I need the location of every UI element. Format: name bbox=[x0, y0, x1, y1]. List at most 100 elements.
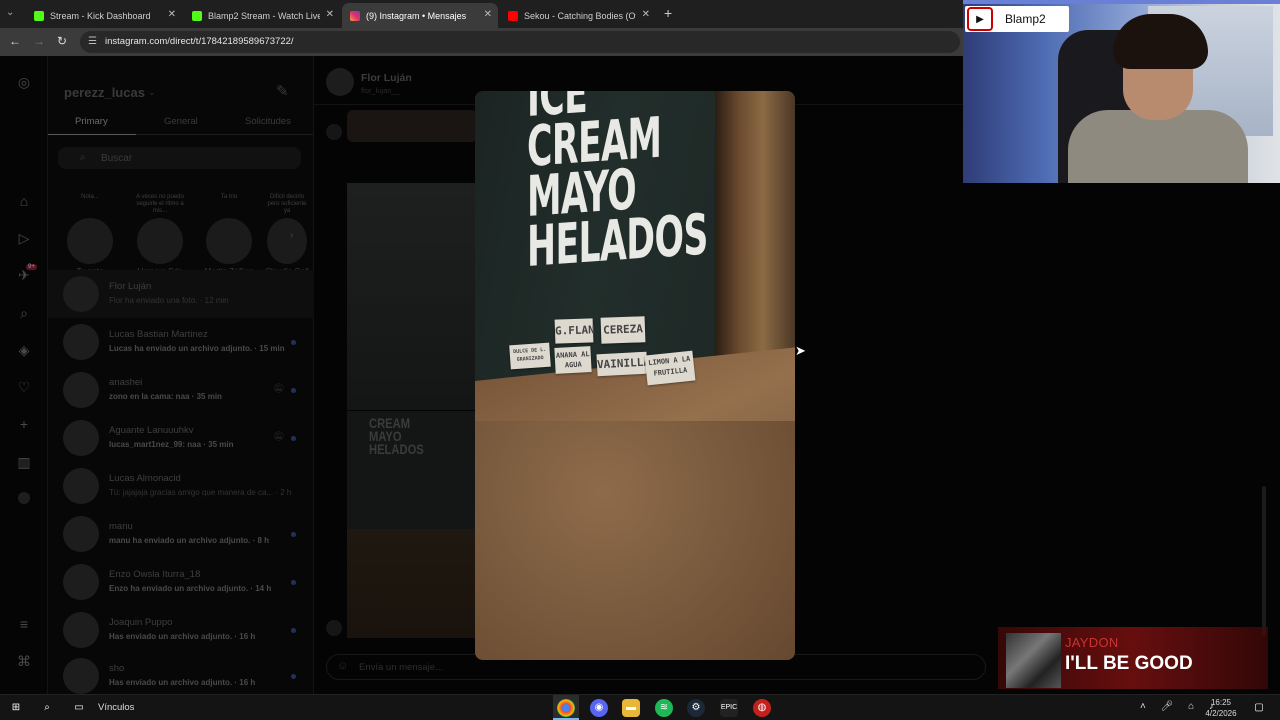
tab-requests[interactable]: Solicitudes bbox=[245, 116, 291, 127]
tab-blamp2-stream[interactable]: Blamp2 Stream - Watch Live on ✕ bbox=[184, 3, 340, 28]
close-icon[interactable]: ✕ bbox=[484, 9, 492, 20]
conversation-row[interactable]: Lucas Bastian Martinez Lucas ha enviado … bbox=[48, 318, 314, 366]
chat-contact-handle: flor_lujan__ bbox=[361, 86, 400, 95]
note-bubble: A veces no puedo seguirle el ritmo a mis… bbox=[136, 194, 184, 214]
clock-time: 16:25 bbox=[1210, 698, 1232, 707]
search-placeholder: Buscar bbox=[101, 153, 133, 164]
note-bubble: Nota... bbox=[81, 194, 99, 200]
emoji-icon[interactable]: ☺ bbox=[337, 660, 348, 672]
message-photo-thumbnail[interactable] bbox=[347, 183, 475, 410]
home-icon[interactable]: ⌂ bbox=[16, 193, 32, 209]
chevron-right-icon[interactable]: › bbox=[290, 230, 293, 241]
spotify-icon[interactable]: ≋ bbox=[655, 699, 673, 717]
tab-kick-dashboard[interactable]: Stream - Kick Dashboard ✕ bbox=[26, 3, 182, 28]
file-explorer-icon[interactable]: ▬ bbox=[622, 699, 640, 717]
youtube-icon: ▶ bbox=[967, 7, 993, 31]
conversation-name: manu bbox=[109, 521, 133, 532]
discord-icon[interactable]: ◉ bbox=[590, 699, 608, 717]
unread-dot bbox=[291, 340, 296, 345]
note-item[interactable]: Nota... Tu nota bbox=[62, 194, 118, 276]
conversation-row[interactable]: manu manu ha enviado un archivo adjunto.… bbox=[48, 510, 314, 558]
chat-avatar[interactable] bbox=[326, 68, 354, 96]
tab-youtube-sekou[interactable]: Sekou - Catching Bodies (Offici ✕ bbox=[500, 3, 656, 28]
unread-dot bbox=[291, 628, 296, 633]
forward-arrow-icon[interactable]: → bbox=[33, 34, 45, 48]
conversation-name: Lucas Bastian Martinez bbox=[109, 329, 208, 340]
webcam-overlay: ▶ Blamp2 bbox=[963, 0, 1280, 183]
muted-bell-icon: 🔕︎ bbox=[273, 383, 285, 393]
tab-title: Sekou - Catching Bodies (Offici bbox=[524, 10, 636, 21]
windows-start-icon[interactable]: ⊞ bbox=[7, 699, 25, 717]
instagram-logo-icon[interactable]: ◎ bbox=[16, 74, 32, 90]
tab-instagram[interactable]: (9) Instagram • Mensajes ✕ bbox=[342, 3, 498, 28]
create-icon[interactable]: + bbox=[16, 416, 32, 432]
tab-title: (9) Instagram • Mensajes bbox=[366, 10, 467, 21]
note-item[interactable]: Ta trio Martin Zúñiga bbox=[201, 194, 257, 276]
explore-icon[interactable]: ◈ bbox=[16, 342, 32, 358]
epic-games-icon[interactable]: EPIC bbox=[720, 699, 738, 717]
unread-dot bbox=[291, 388, 296, 393]
conversation-row[interactable]: anashei zono en la cama: naa · 35 min 🔕︎ bbox=[48, 366, 314, 414]
avatar bbox=[63, 612, 99, 648]
note-item[interactable]: A veces no puedo seguirle el ritmo a mis… bbox=[132, 194, 188, 276]
photo-viewer-image[interactable]: ICE CREAM MAYO HELADOS G.FLAN CEREZA DUL… bbox=[475, 91, 795, 660]
obs-icon[interactable]: ◍ bbox=[753, 699, 771, 717]
clock-date: 4/2/2026 bbox=[1205, 709, 1237, 718]
chat-contact-name[interactable]: Flor Luján bbox=[361, 72, 412, 84]
note-item[interactable]: Difícil decirlo pero suficiente ya Claud… bbox=[264, 194, 310, 276]
conversation-preview: Has enviado un archivo adjunto. · 16 h bbox=[109, 632, 256, 641]
account-username[interactable]: perezz_lucas bbox=[64, 85, 145, 100]
conversation-row[interactable]: Enzo Owsla Iturra_18 Enzo ha enviado un … bbox=[48, 558, 314, 606]
conversation-row[interactable]: Aguante Lanuuuhkv lucas_mart1nez_99: naa… bbox=[48, 414, 314, 462]
new-tab-button[interactable]: + bbox=[664, 5, 672, 21]
reload-icon[interactable]: ↻ bbox=[57, 34, 67, 48]
tab-title: Stream - Kick Dashboard bbox=[50, 10, 151, 21]
address-bar[interactable]: ☰ instagram.com/direct/t/178421895896737… bbox=[80, 31, 960, 53]
chevron-down-icon[interactable]: ⌄ bbox=[148, 87, 156, 98]
windows-taskbar: ⊞ ⌕ ▭ Vínculos ◉ ▬ ≋ ⚙ EPIC ◍ ˄ 🎤︎ ⌂ ♪ 1… bbox=[0, 694, 1280, 720]
conversation-name: Joaquin Puppo bbox=[109, 617, 173, 628]
site-info-icon[interactable]: ☰ bbox=[88, 36, 97, 47]
unread-dot bbox=[291, 532, 296, 537]
search-icon[interactable]: ⌕ bbox=[38, 699, 56, 717]
search-icon[interactable]: ⌕ bbox=[16, 305, 32, 321]
scrollbar[interactable] bbox=[1262, 486, 1266, 636]
conversation-row[interactable]: Lucas Almonacid Tú: jajajaja gracias ami… bbox=[48, 462, 314, 510]
task-view-icon[interactable]: ▭ bbox=[70, 699, 88, 717]
avatar bbox=[63, 420, 99, 456]
notifications-icon[interactable]: ▢ bbox=[1250, 699, 1268, 717]
close-icon[interactable]: ✕ bbox=[326, 9, 334, 20]
avatar bbox=[63, 372, 99, 408]
menu-icon[interactable]: ≡ bbox=[16, 616, 32, 632]
dashboard-icon[interactable]: ▥ bbox=[16, 454, 32, 470]
message-photo-thumbnail[interactable]: CREAM MAYO HELADOS bbox=[347, 411, 475, 638]
tab-primary[interactable]: Primary bbox=[75, 116, 108, 127]
avatar bbox=[63, 564, 99, 600]
message-image[interactable] bbox=[347, 110, 477, 142]
conversation-preview: Has enviado un archivo adjunto. · 16 h bbox=[109, 678, 256, 687]
profile-avatar[interactable] bbox=[18, 492, 30, 504]
heart-icon[interactable]: ♡ bbox=[16, 379, 32, 395]
back-arrow-icon[interactable]: ← bbox=[9, 34, 21, 48]
inbox-panel: perezz_lucas ⌄ ✎ Primary General Solicit… bbox=[48, 56, 314, 694]
apps-icon[interactable]: ⌘ bbox=[16, 653, 32, 669]
steam-icon[interactable]: ⚙ bbox=[687, 699, 705, 717]
compose-icon[interactable]: ✎ bbox=[276, 82, 289, 100]
tab-search-icon[interactable]: ⌄ bbox=[6, 7, 14, 18]
clock[interactable]: 16:25 4/2/2026 bbox=[1200, 697, 1242, 719]
chrome-icon[interactable] bbox=[557, 699, 575, 717]
search-icon: ⌕ bbox=[80, 152, 86, 163]
conversation-row[interactable]: Joaquin Puppo Has enviado un archivo adj… bbox=[48, 606, 314, 654]
conversation-row[interactable]: Flor Luján Flor ha enviado una foto. · 1… bbox=[48, 270, 314, 318]
links-toolbar[interactable]: Vínculos bbox=[98, 702, 134, 713]
conversation-row[interactable]: sho Has enviado un archivo adjunto. · 16… bbox=[48, 652, 314, 694]
reels-icon[interactable]: ▷ bbox=[16, 230, 32, 246]
close-icon[interactable]: ✕ bbox=[168, 9, 176, 20]
conversation-name: Lucas Almonacid bbox=[109, 473, 181, 484]
tab-general[interactable]: General bbox=[164, 116, 198, 127]
conversation-name: anashei bbox=[109, 377, 143, 388]
close-icon[interactable]: ✕ bbox=[642, 9, 650, 20]
search-input[interactable]: ⌕ Buscar bbox=[58, 147, 301, 169]
conversation-name: sho bbox=[109, 663, 125, 674]
conversation-preview: Flor ha enviado una foto. · 12 min bbox=[109, 296, 229, 305]
